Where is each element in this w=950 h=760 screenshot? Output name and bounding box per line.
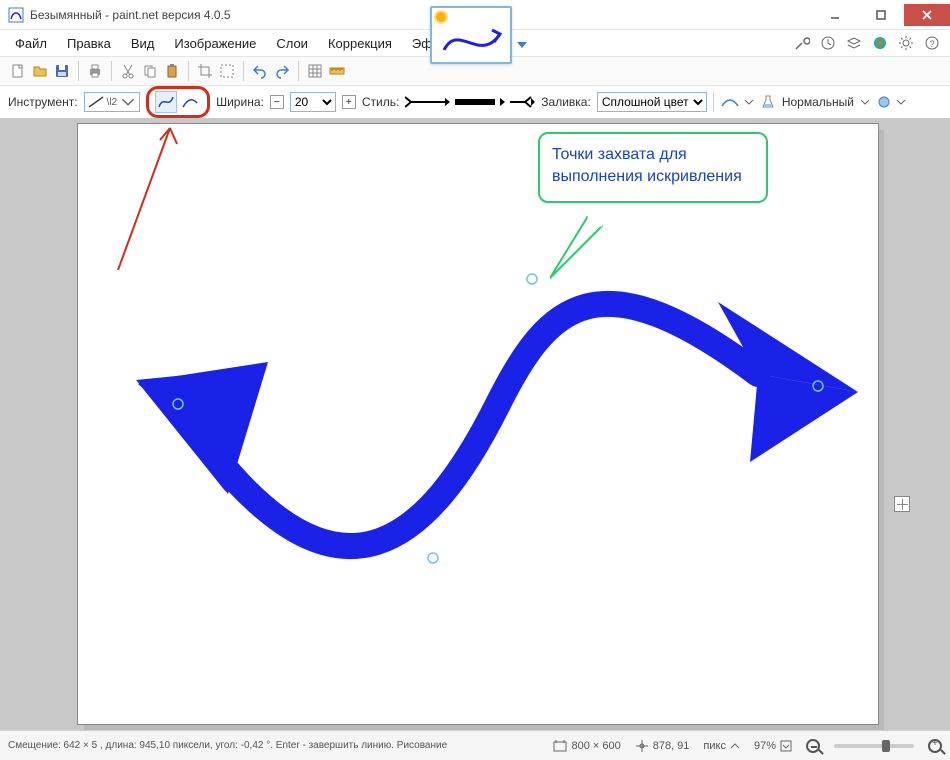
thumbnail-dropdown-icon[interactable]: [515, 38, 529, 52]
bezier-curve-button[interactable]: [179, 91, 201, 113]
canvas-size-indicator: 800 × 600: [553, 739, 620, 753]
app-icon: [8, 7, 24, 23]
zoom-slider-thumb[interactable]: [882, 740, 890, 752]
colors-window-icon[interactable]: [872, 35, 888, 51]
width-select[interactable]: 20: [290, 92, 336, 112]
grid-icon[interactable]: [307, 63, 323, 79]
workspace: Точки захвата для выполнения искривления: [0, 118, 950, 730]
ruler-icon[interactable]: [329, 63, 345, 79]
chevron-up-icon: [730, 741, 740, 751]
undo-icon[interactable]: [252, 63, 268, 79]
blend-mode-label[interactable]: Нормальный: [782, 95, 854, 109]
curve-type-group: [146, 86, 210, 118]
width-increase-button[interactable]: +: [342, 95, 356, 109]
maximize-button[interactable]: [858, 4, 904, 26]
minimize-button[interactable]: [812, 4, 858, 26]
history-window-icon[interactable]: [820, 35, 836, 51]
move-handle-icon[interactable]: [894, 496, 910, 512]
svg-text:?: ?: [930, 39, 935, 49]
new-file-icon[interactable]: [10, 63, 26, 79]
menu-image[interactable]: Изображение: [165, 32, 265, 55]
arrow-style-preview: [405, 95, 535, 109]
open-file-icon[interactable]: [32, 63, 48, 79]
fill-label: Заливка:: [541, 95, 591, 109]
utility-icons: ?: [794, 35, 940, 51]
thumbnail-preview: [440, 20, 504, 60]
tool-selector[interactable]: \l2: [84, 92, 141, 112]
cut-icon[interactable]: [120, 63, 136, 79]
unit-selector[interactable]: пикс: [703, 740, 740, 752]
settings-icon[interactable]: [898, 35, 914, 51]
chevron-down-icon: [744, 97, 754, 107]
canvas[interactable]: Точки захвата для выполнения искривления: [78, 124, 878, 724]
cursor-pos-icon: [635, 739, 649, 753]
flask-icon[interactable]: [760, 94, 776, 110]
zoom-in-button[interactable]: [928, 739, 942, 753]
spline-curve-button[interactable]: [155, 91, 177, 113]
statusbar: Смещение: 642 × 5 , длина: 945,10 пиксел…: [0, 730, 950, 760]
annotation-callout: Точки захвата для выполнения искривления: [538, 132, 768, 203]
menu-file[interactable]: Файл: [6, 32, 56, 55]
canvas-size-value: 800 × 600: [571, 740, 620, 752]
status-hint: Смещение: 642 × 5 , длина: 945,10 пиксел…: [8, 740, 448, 751]
line-style-group[interactable]: [405, 95, 535, 109]
zoom-dropdown-icon: [780, 740, 792, 752]
chevron-down-icon: [119, 95, 137, 109]
unit-value: пикс: [703, 740, 726, 752]
width-decrease-button[interactable]: −: [270, 95, 284, 109]
tool-label: Инструмент:: [8, 95, 78, 109]
zoom-value: 97%: [754, 740, 776, 752]
window-title: Безымянный - paint.net версия 4.0.5: [30, 8, 231, 22]
menu-view[interactable]: Вид: [122, 32, 164, 55]
layers-window-icon[interactable]: [846, 35, 862, 51]
menu-adjustments[interactable]: Коррекция: [319, 32, 401, 55]
menu-edit[interactable]: Правка: [58, 32, 120, 55]
help-icon[interactable]: ?: [924, 35, 940, 51]
deselect-icon[interactable]: [219, 63, 235, 79]
selection-mode-icon: [876, 94, 892, 110]
image-thumbnail[interactable]: [430, 6, 512, 64]
close-button[interactable]: [904, 4, 950, 26]
tool-value: \l2: [107, 97, 118, 108]
tools-window-icon[interactable]: [794, 35, 810, 51]
style-label: Стиль:: [362, 95, 399, 109]
canvas-drawing: [78, 124, 878, 724]
save-icon[interactable]: [54, 63, 70, 79]
print-icon[interactable]: [87, 63, 103, 79]
cursor-position-indicator: 878, 91: [635, 739, 690, 753]
fill-select[interactable]: Сплошной цвет: [597, 92, 707, 112]
antialias-group[interactable]: [720, 94, 754, 110]
paste-icon[interactable]: [164, 63, 180, 79]
cursor-pos-value: 878, 91: [653, 740, 690, 752]
copy-icon[interactable]: [142, 63, 158, 79]
selection-mode-group[interactable]: [876, 94, 906, 110]
callout-tail: [550, 216, 610, 281]
redo-icon[interactable]: [274, 63, 290, 79]
callout-text: Точки захвата для выполнения искривления: [552, 146, 742, 185]
antialias-icon: [720, 94, 740, 110]
tool-options-bar: Инструмент: \l2 Ширина: − 20 + Стиль: За…: [0, 86, 950, 118]
crop-icon[interactable]: [197, 63, 213, 79]
line-tool-icon: [87, 95, 105, 109]
zoom-out-button[interactable]: [806, 739, 820, 753]
zoom-slider[interactable]: [834, 744, 914, 748]
canvas-size-icon: [553, 739, 567, 753]
chevron-down-icon: [860, 97, 870, 107]
chevron-down-icon: [896, 97, 906, 107]
width-label: Ширина:: [216, 95, 264, 109]
menu-layers[interactable]: Слои: [267, 32, 317, 55]
zoom-indicator[interactable]: 97%: [754, 740, 792, 752]
